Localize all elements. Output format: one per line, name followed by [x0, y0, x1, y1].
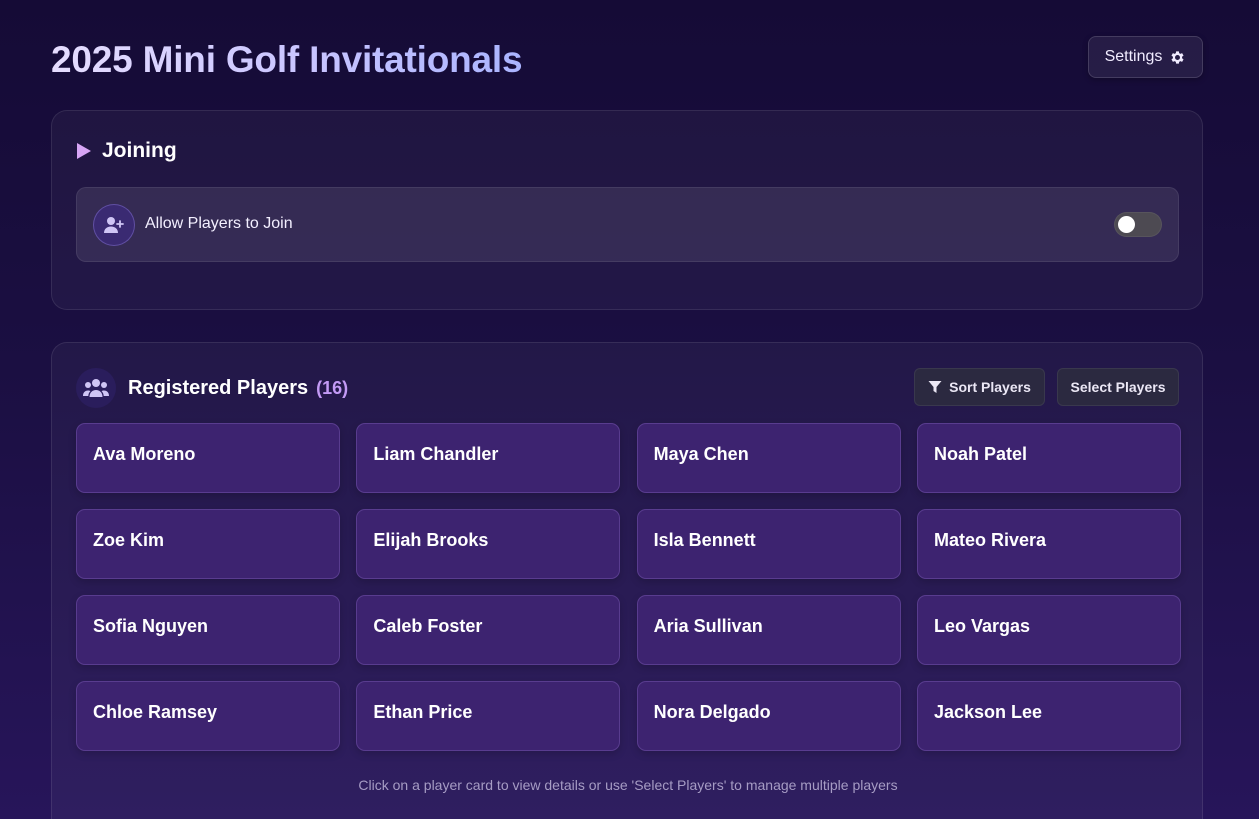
player-name: Zoe Kim — [93, 530, 165, 550]
player-card[interactable]: Liam Chandler — [356, 423, 621, 493]
allow-join-toggle[interactable] — [1114, 212, 1162, 237]
joining-title: Joining — [102, 139, 177, 162]
joining-panel: Joining Allow Players to Join — [51, 110, 1203, 310]
player-card[interactable]: Mateo Rivera — [916, 509, 1181, 579]
player-card[interactable]: Nora Delgado — [636, 681, 901, 751]
player-card[interactable]: Isla Bennett — [636, 509, 901, 579]
select-players-label: Select Players — [1070, 379, 1166, 395]
player-name: Mateo Rivera — [933, 530, 1047, 550]
player-name: Noah Patel — [933, 444, 1028, 464]
joining-header[interactable]: Joining — [76, 139, 177, 163]
users-icon — [76, 368, 116, 408]
select-players-button[interactable]: Select Players — [1057, 368, 1179, 406]
player-card[interactable]: Elijah Brooks — [356, 509, 621, 579]
player-name: Maya Chen — [653, 444, 749, 464]
player-card[interactable]: Sofia Nguyen — [76, 595, 340, 665]
player-card[interactable]: Maya Chen — [636, 423, 901, 493]
sort-players-label: Sort Players — [949, 379, 1031, 395]
player-name: Chloe Ramsey — [93, 702, 218, 722]
settings-button[interactable]: Settings — [1088, 36, 1203, 78]
players-title-text: Registered Players — [128, 376, 309, 399]
player-name: Nora Delgado — [653, 702, 771, 722]
player-name: Ethan Price — [373, 702, 473, 722]
page-title: 2025 Mini Golf Invitationals — [51, 39, 523, 80]
player-card[interactable]: Leo Vargas — [916, 595, 1181, 665]
players-panel: Registered Players (16) Sort Players Sele… — [51, 342, 1203, 819]
player-card[interactable]: Noah Patel — [916, 423, 1181, 493]
allow-join-label: Allow Players to Join — [145, 215, 293, 232]
player-grid: Ava Moreno Liam Chandler Maya Chen Noah … — [76, 423, 1181, 751]
player-card[interactable]: Ava Moreno — [76, 423, 340, 493]
play-icon — [77, 143, 91, 159]
player-card[interactable]: Aria Sullivan — [636, 595, 901, 665]
players-count: (16) — [316, 377, 349, 398]
player-name: Leo Vargas — [933, 616, 1031, 636]
allow-join-row: Allow Players to Join — [76, 187, 1179, 262]
settings-label: Settings — [1104, 48, 1163, 65]
player-card[interactable]: Chloe Ramsey — [76, 681, 340, 751]
player-name: Isla Bennett — [653, 530, 756, 550]
filter-icon — [928, 381, 942, 393]
player-card[interactable]: Ethan Price — [356, 681, 621, 751]
player-name: Ava Moreno — [93, 444, 196, 464]
players-header: Registered Players (16) — [76, 368, 348, 408]
player-card[interactable]: Caleb Foster — [356, 595, 621, 665]
player-name: Caleb Foster — [373, 616, 483, 636]
sort-players-button[interactable]: Sort Players — [914, 368, 1045, 406]
user-plus-icon — [93, 204, 135, 246]
players-hint: Click on a player card to view details o… — [358, 777, 898, 793]
player-card[interactable]: Zoe Kim — [76, 509, 340, 579]
player-name: Liam Chandler — [373, 444, 499, 464]
players-title: Registered Players (16) — [128, 377, 348, 400]
player-name: Jackson Lee — [933, 702, 1043, 722]
player-name: Aria Sullivan — [653, 616, 763, 636]
toggle-knob — [1118, 216, 1135, 233]
gear-icon — [1171, 50, 1184, 64]
player-name: Elijah Brooks — [373, 530, 489, 550]
player-card[interactable]: Jackson Lee — [916, 681, 1181, 751]
player-name: Sofia Nguyen — [93, 616, 209, 636]
